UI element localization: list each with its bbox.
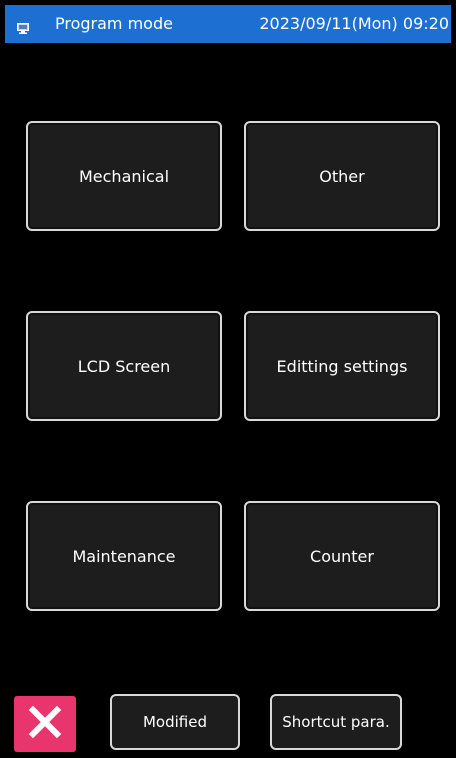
monitor-icon [17,19,29,34]
date-time: 2023/09/11(Mon) 09:20 [259,14,449,33]
editing-settings-button-label: Editting settings [276,356,408,376]
maintenance-button[interactable]: Maintenance [26,501,222,611]
page-title: Program mode [55,14,173,33]
shortcut-para-button-label: Shortcut para. [282,713,390,731]
shortcut-para-button[interactable]: Shortcut para. [270,694,402,750]
close-button[interactable] [14,696,76,752]
close-icon [28,705,62,743]
lcd-screen-button[interactable]: LCD Screen [26,311,222,421]
mechanical-button-label: Mechanical [78,166,170,186]
counter-button-label: Counter [310,546,374,566]
lcd-screen-button-label: LCD Screen [77,356,171,376]
modified-button-label: Modified [142,713,207,731]
maintenance-button-label: Maintenance [72,546,176,566]
other-button[interactable]: Other [244,121,440,231]
modified-button[interactable]: Modified [110,694,240,750]
mechanical-button[interactable]: Mechanical [26,121,222,231]
other-button-label: Other [319,166,365,186]
program-mode-screen: Program mode 2023/09/11(Mon) 09:20 Mecha… [0,0,456,758]
counter-button[interactable]: Counter [244,501,440,611]
editing-settings-button[interactable]: Editting settings [244,311,440,421]
title-bar: Program mode 2023/09/11(Mon) 09:20 [5,5,451,43]
